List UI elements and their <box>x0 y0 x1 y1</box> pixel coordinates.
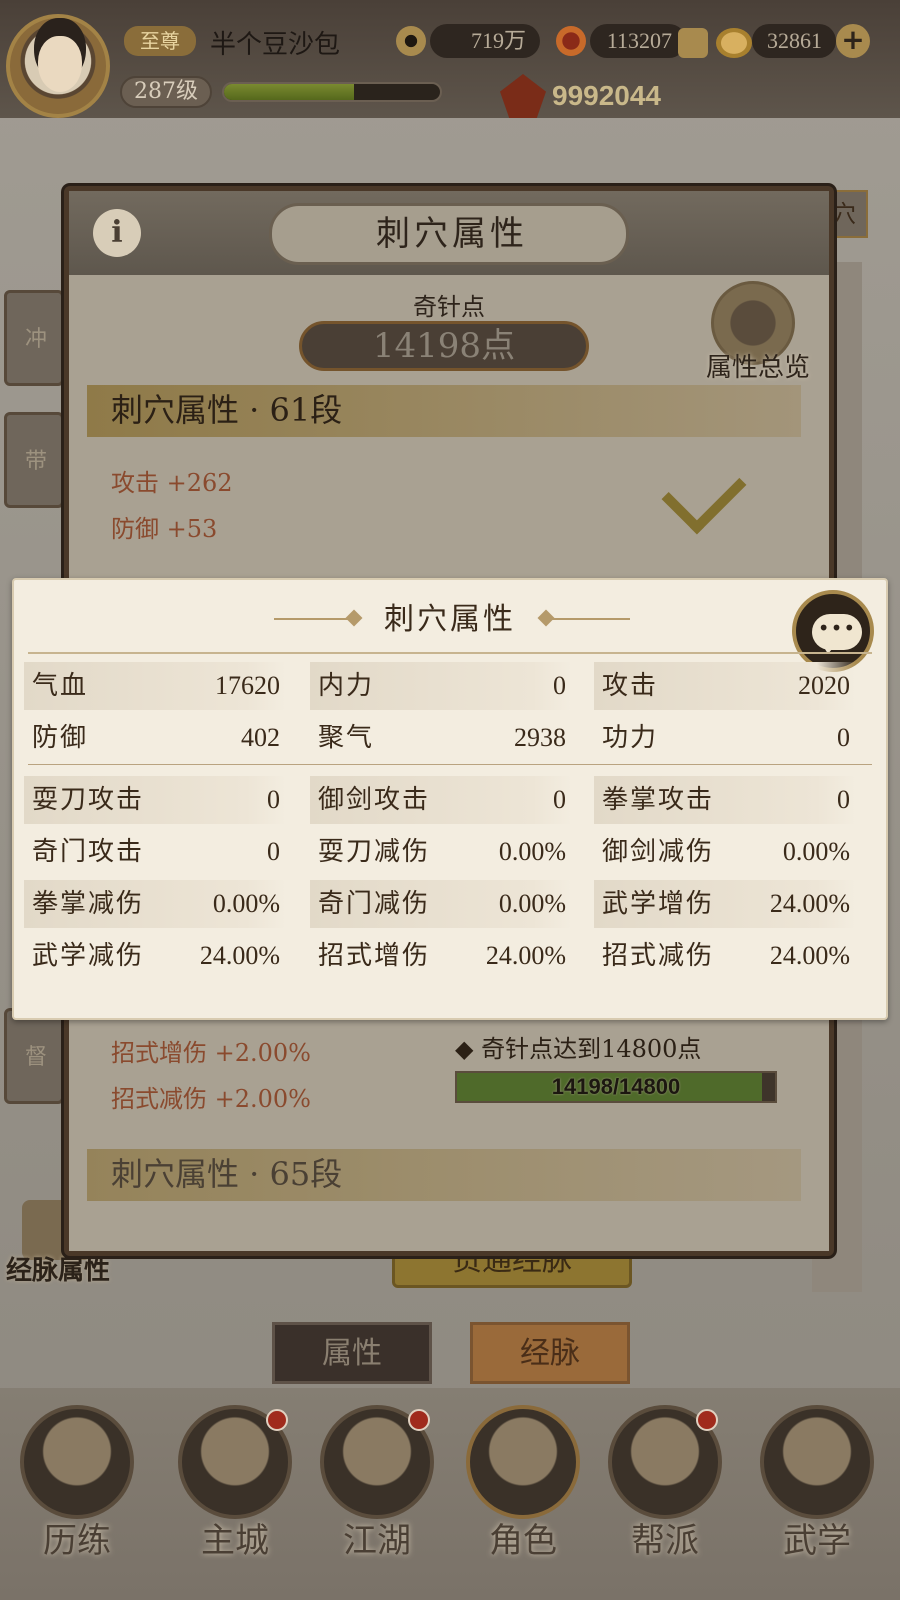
info-icon[interactable]: i <box>93 209 141 257</box>
stat-value: 0.00% <box>498 837 566 866</box>
dialog-title-plate: 刺穴属性 <box>269 203 629 265</box>
tier-stat-skill-damage-up: 招式增伤 +2.00% <box>111 1039 311 1067</box>
stat-value: 24.00% <box>769 941 850 970</box>
stat-value: 402 <box>241 723 280 752</box>
stat-value: 0.00% <box>498 889 566 918</box>
acupoint-stats-popup: 刺穴属性 ••• 气血 17620 内力 0 攻击 2020 防御 402 聚气 2938 功力 0 耍… <box>12 578 888 1020</box>
stat-value: 2020 <box>798 671 850 700</box>
stat-cell: 聚气 2938 <box>310 714 572 762</box>
needle-points-value: 14198点 <box>299 321 589 371</box>
popup-title: 刺穴属性 <box>384 602 516 637</box>
title-ornament-right <box>550 618 630 620</box>
stat-value: 0 <box>267 837 280 866</box>
stat-name: 攻击 <box>602 671 659 701</box>
stat-cell: 耍刀减伤 0.00% <box>310 828 572 876</box>
stat-name: 耍刀减伤 <box>318 837 431 867</box>
tier-stat-skill-damage-down: 招式减伤 +2.00% <box>111 1085 311 1113</box>
stat-value: 0 <box>837 785 850 814</box>
stat-value: 0 <box>267 785 280 814</box>
stat-name: 防御 <box>32 723 89 753</box>
divider <box>28 764 872 765</box>
attribute-overview-button[interactable]: 属性总览 <box>699 281 810 383</box>
stat-value: 0.00% <box>782 837 850 866</box>
stat-name: 拳掌攻击 <box>602 785 715 815</box>
stat-cell: 招式减伤 24.00% <box>594 932 856 980</box>
stat-cell: 内力 0 <box>310 662 572 710</box>
stat-name: 招式增伤 <box>318 941 431 971</box>
stat-value: 2938 <box>514 723 566 752</box>
tier-requirement: ◆ 奇针点达到14800点 <box>455 1035 702 1063</box>
stat-cell: 奇门减伤 0.00% <box>310 880 572 928</box>
divider <box>28 652 872 654</box>
stat-value: 24.00% <box>485 941 566 970</box>
attribute-overview-label: 属性总览 <box>705 353 810 383</box>
stat-cell: 武学减伤 24.00% <box>24 932 286 980</box>
stat-value: 0.00% <box>212 889 280 918</box>
stat-name: 聚气 <box>318 723 375 753</box>
stat-cell: 御剑减伤 0.00% <box>594 828 856 876</box>
chat-button[interactable]: ••• <box>792 590 874 672</box>
stat-cell: 防御 402 <box>24 714 286 762</box>
tier-61-stat-defense: 防御 +53 <box>111 515 218 543</box>
stat-name: 气血 <box>32 671 89 701</box>
stat-name: 御剑攻击 <box>318 785 431 815</box>
tier-61-stat-attack: 攻击 +262 <box>111 469 233 497</box>
stat-value: 24.00% <box>199 941 280 970</box>
tier-61-header: 刺穴属性 · 61段 <box>87 385 801 437</box>
stat-cell: 气血 17620 <box>24 662 286 710</box>
stat-cell: 攻击 2020 <box>594 662 856 710</box>
stat-value: 17620 <box>215 671 280 700</box>
needle-progress-label: 14198/14800 <box>551 1074 681 1099</box>
stat-cell: 功力 0 <box>594 714 856 762</box>
stat-value: 0 <box>553 785 566 814</box>
chat-dots: ••• <box>817 616 857 640</box>
needle-progress-bar: 14198/14800 <box>455 1071 777 1103</box>
stat-name: 招式减伤 <box>602 941 715 971</box>
dialog-title: 刺穴属性 <box>376 214 528 254</box>
stat-name: 功力 <box>602 723 659 753</box>
stat-name: 耍刀攻击 <box>32 785 145 815</box>
stat-name: 内力 <box>318 671 375 701</box>
stat-name: 武学增伤 <box>602 889 715 919</box>
stat-cell: 奇门攻击 0 <box>24 828 286 876</box>
stat-value: 24.00% <box>769 889 850 918</box>
stat-cell: 耍刀攻击 0 <box>24 776 286 824</box>
stat-name: 奇门减伤 <box>318 889 431 919</box>
stat-name: 御剑减伤 <box>602 837 715 867</box>
stat-cell: 武学增伤 24.00% <box>594 880 856 928</box>
stat-name: 奇门攻击 <box>32 837 145 867</box>
stat-cell: 御剑攻击 0 <box>310 776 572 824</box>
stat-name: 拳掌减伤 <box>32 889 145 919</box>
stat-cell: 拳掌攻击 0 <box>594 776 856 824</box>
stat-name: 武学减伤 <box>32 941 145 971</box>
stat-cell: 拳掌减伤 0.00% <box>24 880 286 928</box>
stat-cell: 招式增伤 24.00% <box>310 932 572 980</box>
stat-value: 0 <box>837 723 850 752</box>
stat-value: 0 <box>553 671 566 700</box>
chat-bubble-icon: ••• <box>812 614 862 654</box>
tier-65-header: 刺穴属性 · 65段 <box>87 1149 801 1201</box>
